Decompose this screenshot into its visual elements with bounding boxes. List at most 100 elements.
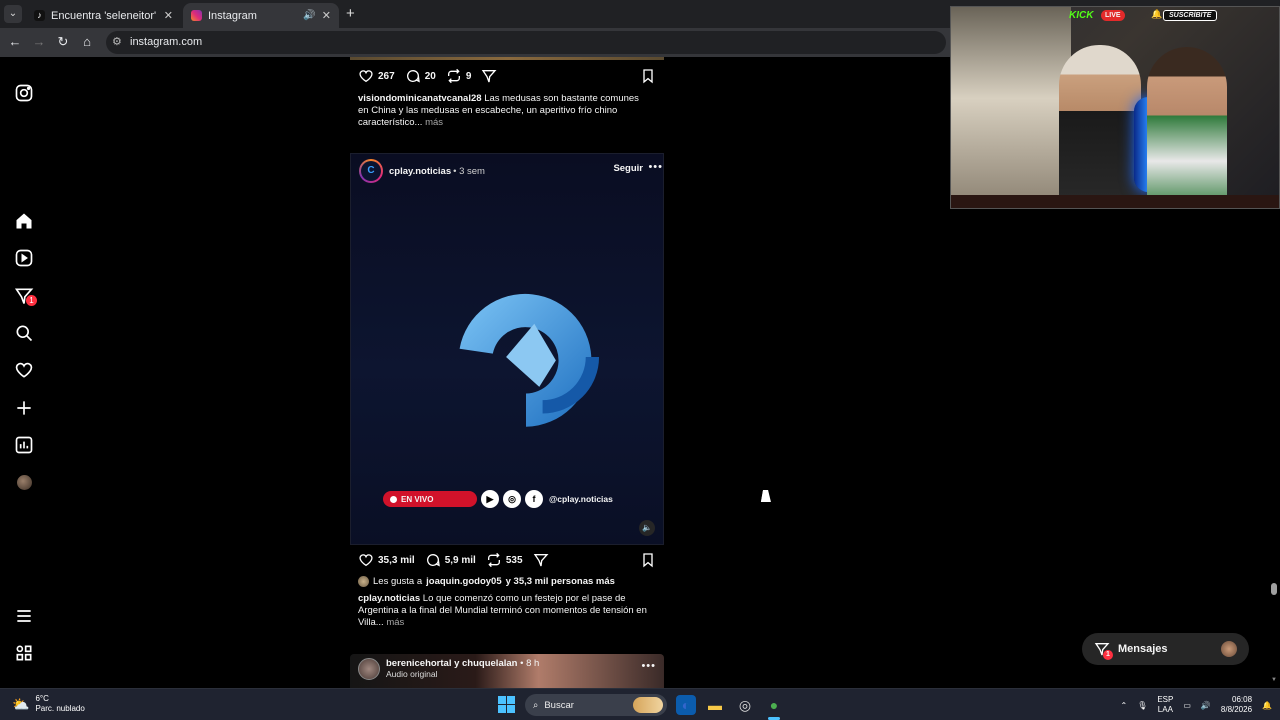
close-tab-icon[interactable]: ✕ [164, 9, 173, 22]
like-heart-icon[interactable] [358, 552, 374, 568]
background-wall [951, 7, 1071, 208]
more-options-icon[interactable]: ••• [648, 161, 663, 173]
search-placeholder: Buscar [544, 699, 574, 711]
heart-icon[interactable] [14, 360, 34, 380]
microphone-icon[interactable]: 🎙 [1137, 701, 1147, 710]
caption-username[interactable]: visiondominicanatvcanal28 [358, 93, 482, 104]
liked-by: Les gusta a joaquin.godoy05 y 35,3 mil p… [358, 576, 615, 587]
next-post-avatar[interactable] [358, 658, 380, 680]
volume-icon[interactable]: 🔈 [639, 520, 655, 536]
network-icon[interactable]: ▭ [1183, 701, 1191, 710]
audio-playing-icon[interactable]: 🔊 [303, 10, 315, 21]
cplay-logo-image [459, 293, 600, 427]
weather-widget[interactable]: ⛅ 6°C Parc. nublado [12, 694, 85, 714]
home-icon[interactable]: ⌂ [79, 34, 95, 49]
close-tab-icon[interactable]: ✕ [322, 9, 331, 22]
live-label: EN VIVO [401, 494, 434, 504]
messages-label: Mensajes [1118, 643, 1168, 655]
search-icon[interactable] [14, 323, 34, 343]
post-actions: 35,3 mil 5,9 mil 535 [358, 551, 656, 569]
previous-post-caption: visiondominicanatvcanal28 Las medusas so… [358, 93, 648, 129]
volume-icon[interactable]: 🔊 [1201, 701, 1211, 710]
home-icon[interactable] [14, 211, 34, 231]
clock[interactable]: 06:08 8/8/2026 [1221, 695, 1252, 715]
audio-label[interactable]: Audio original [386, 669, 539, 679]
more-options-icon[interactable]: ••• [641, 660, 656, 672]
reload-icon[interactable]: ↻ [55, 34, 71, 50]
like-heart-icon[interactable] [358, 68, 374, 84]
facebook-icon: f [525, 490, 543, 508]
scroll-thumb[interactable] [1271, 583, 1277, 595]
post-avatar[interactable]: C [359, 159, 383, 183]
file-explorer-icon[interactable]: ▬ [705, 695, 725, 715]
live-badge: EN VIVO [383, 491, 477, 507]
bookmark-icon[interactable] [640, 552, 656, 568]
more-link[interactable]: más [425, 117, 443, 128]
forward-arrow-icon[interactable]: → [31, 34, 47, 49]
like-count: 267 [378, 70, 395, 82]
subscribe-badge: SUSCRÍBITE [1163, 10, 1218, 21]
chrome-icon[interactable]: ● [764, 695, 784, 715]
youtube-icon: ▶ [481, 490, 499, 508]
next-post-header: berenicehortal y chuquelalan • 8 h Audio… [358, 658, 539, 680]
liked-by-prefix: Les gusta a [373, 576, 423, 587]
language-indicator[interactable]: ESP LAA [1157, 695, 1173, 715]
bookmark-icon[interactable] [640, 68, 656, 84]
app-icon[interactable]: ◎ [735, 695, 755, 715]
comment-icon[interactable] [405, 68, 421, 84]
share-icon[interactable] [533, 552, 549, 568]
show-hidden-icons-icon[interactable]: ⌃ [1120, 701, 1127, 710]
post-username[interactable]: cplay.noticias [389, 166, 451, 177]
messages-button[interactable]: 1 Mensajes [1082, 633, 1249, 665]
edge-icon[interactable]: ◐ [676, 695, 696, 715]
dashboard-icon[interactable] [14, 435, 34, 455]
address-bar[interactable]: ⚙ instagram.com [106, 31, 946, 54]
search-highlight-image [633, 697, 663, 713]
liked-by-suffix[interactable]: y 35,3 mil personas más [506, 576, 615, 587]
new-tab-button[interactable]: + [346, 5, 355, 22]
instagram-icon: ◎ [503, 490, 521, 508]
reels-icon[interactable] [14, 248, 34, 268]
repost-icon[interactable] [486, 552, 502, 568]
weather-text: Parc. nublado [35, 704, 85, 713]
liker-avatar[interactable] [358, 576, 369, 587]
back-arrow-icon[interactable]: ← [7, 34, 23, 49]
more-link[interactable]: más [386, 617, 404, 628]
language-secondary: LAA [1157, 705, 1173, 714]
instagram-logo-icon[interactable] [14, 83, 34, 103]
live-banner: EN VIVO ▶ ◎ f @cplay.noticias [383, 490, 613, 508]
clock-date: 8/8/2026 [1220, 705, 1253, 714]
repost-count: 9 [465, 70, 472, 82]
bell-icon: 🔔 [1151, 9, 1163, 19]
menu-icon[interactable] [14, 606, 34, 626]
previous-post-image[interactable] [350, 57, 664, 60]
streamer-right [1147, 47, 1227, 208]
system-tray: ⌃ 🎙 ESP LAA ▭ 🔊 06:08 8/8/2026 🔔 [1120, 693, 1272, 717]
comment-count: 20 [424, 70, 436, 82]
tab-tiktok[interactable]: ♪ Encuentra 'seleneitor' en TikTok ✕ [26, 3, 181, 28]
notifications-icon[interactable]: 🔔 [1262, 701, 1272, 710]
create-plus-icon[interactable] [14, 398, 34, 418]
windows-start-icon[interactable] [498, 696, 515, 713]
profile-avatar[interactable] [17, 475, 32, 490]
more-apps-icon[interactable] [14, 643, 34, 663]
liked-by-user[interactable]: joaquin.godoy05 [426, 576, 501, 587]
tab-search-button[interactable]: ⌄ [4, 5, 22, 23]
tab-instagram[interactable]: Instagram 🔊 ✕ [183, 3, 339, 28]
comment-icon[interactable] [425, 552, 441, 568]
repost-icon[interactable] [446, 68, 462, 84]
scroll-down-icon[interactable]: ▼ [1271, 677, 1277, 683]
next-post-users[interactable]: berenicehortal y chuquelalan [386, 658, 517, 669]
taskbar-search[interactable]: ⌕ Buscar [525, 694, 667, 716]
follow-button[interactable]: Seguir [613, 163, 643, 174]
streamer-left [1059, 45, 1141, 208]
url-text: instagram.com [130, 36, 203, 48]
caption-username[interactable]: cplay.noticias [358, 593, 420, 604]
banner-handle: @cplay.noticias [549, 494, 613, 504]
kick-logo: KICK [1069, 10, 1094, 21]
live-badge: LIVE [1101, 10, 1125, 21]
clock-time: 06:08 [1232, 695, 1253, 704]
share-icon[interactable] [481, 68, 497, 84]
next-post-card: berenicehortal y chuquelalan • 8 h Audio… [350, 654, 664, 688]
site-info-icon[interactable]: ⚙ [112, 35, 122, 48]
